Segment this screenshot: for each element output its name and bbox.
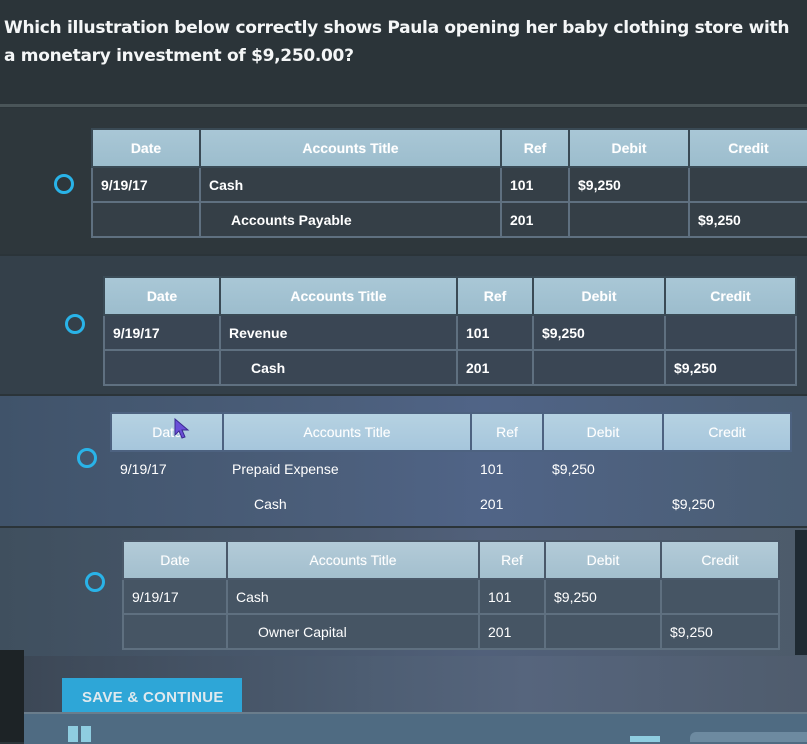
header-date: Date	[103, 276, 221, 316]
cell-date: 9/19/17	[103, 314, 221, 351]
header-credit: Credit	[662, 412, 792, 452]
cell-date: 9/19/17	[120, 460, 167, 477]
table-header-row: Date Accounts Title Ref Debit Credit	[110, 412, 792, 452]
table-row: 9/19/17 Cash 101 $9,250	[91, 166, 807, 203]
cell-account: Owner Capital	[226, 613, 480, 650]
cell-ref: 201	[456, 349, 534, 386]
table-header-row: Date Accounts Title Ref Debit Credit	[91, 128, 807, 168]
table-row: 9/19/17 Prepaid Expense 101 $9,250	[111, 451, 791, 486]
header-accounts-title: Accounts Title	[226, 540, 480, 580]
header-accounts-title: Accounts Title	[199, 128, 502, 168]
cell-credit: $9,250	[688, 201, 807, 238]
header-ref: Ref	[500, 128, 570, 168]
cell-account: Accounts Payable	[199, 201, 502, 238]
table-header-row: Date Accounts Title Ref Debit Credit	[122, 540, 780, 580]
cell-credit: $9,250	[660, 613, 780, 650]
table-row: 9/19/17 Cash 101 $9,250	[122, 578, 780, 615]
answer-option-4[interactable]: Date Accounts Title Ref Debit Credit 9/1…	[0, 528, 807, 656]
header-accounts-title: Accounts Title	[222, 412, 472, 452]
header-debit: Debit	[568, 128, 690, 168]
cell-debit: $9,250	[532, 314, 666, 351]
cell-ref: 101	[478, 578, 546, 615]
header-date: Date	[91, 128, 201, 168]
toolbar-icon[interactable]	[630, 736, 660, 742]
scrollbar[interactable]	[795, 530, 807, 655]
cell-debit	[543, 486, 663, 521]
cell-credit	[660, 578, 780, 615]
pause-bar	[81, 726, 91, 742]
header-accounts-title: Accounts Title	[219, 276, 458, 316]
table-row: Owner Capital 201 $9,250	[122, 613, 780, 650]
cell-credit	[664, 314, 797, 351]
cell-credit: $9,250	[672, 495, 715, 512]
cell-date	[103, 349, 221, 386]
radio-button[interactable]	[65, 314, 85, 334]
header-date: Date	[110, 412, 224, 452]
header-debit: Debit	[532, 276, 666, 316]
radio-button[interactable]	[54, 174, 74, 194]
table-row: Cash 201 $9,250	[103, 349, 797, 386]
header-credit: Credit	[688, 128, 807, 168]
question-text: Which illustration below correctly shows…	[4, 18, 790, 66]
cell-debit: $9,250	[552, 460, 595, 477]
cell-account: Cash	[226, 578, 480, 615]
header-ref: Ref	[470, 412, 544, 452]
radio-button[interactable]	[85, 572, 105, 592]
header-debit: Debit	[544, 540, 662, 580]
journal-table: Date Accounts Title Ref Debit Credit 9/1…	[110, 412, 792, 522]
cell-debit	[544, 613, 662, 650]
cell-account: Cash	[254, 495, 287, 512]
cell-ref: 201	[500, 201, 570, 238]
cell-ref: 201	[478, 613, 546, 650]
cell-ref: 101	[456, 314, 534, 351]
cell-date: 9/19/17	[91, 166, 201, 203]
journal-table: Date Accounts Title Ref Debit Credit 9/1…	[103, 276, 797, 386]
cell-debit	[568, 201, 690, 238]
table-row: 9/19/17 Revenue 101 $9,250	[103, 314, 797, 351]
cell-account: Prepaid Expense	[232, 460, 339, 477]
cell-credit	[663, 451, 791, 486]
save-continue-button[interactable]: SAVE & CONTINUE	[62, 678, 242, 712]
table-row: Accounts Payable 201 $9,250	[91, 201, 807, 238]
pause-bar	[68, 726, 78, 742]
header-ref: Ref	[478, 540, 546, 580]
header-credit: Credit	[660, 540, 780, 580]
cell-date	[111, 486, 223, 521]
header-ref: Ref	[456, 276, 534, 316]
cell-credit: $9,250	[664, 349, 797, 386]
header-date: Date	[122, 540, 228, 580]
cell-debit: $9,250	[544, 578, 662, 615]
cell-ref: 201	[480, 495, 504, 512]
cell-account: Revenue	[219, 314, 458, 351]
journal-table: Date Accounts Title Ref Debit Credit 9/1…	[91, 128, 807, 238]
mouse-pointer-icon	[174, 418, 190, 439]
cell-debit: $9,250	[568, 166, 690, 203]
cell-date: 9/19/17	[122, 578, 228, 615]
answer-option-3[interactable]: Date Accounts Title Ref Debit Credit 9/1…	[0, 396, 807, 526]
cell-date	[122, 613, 228, 650]
table-header-row: Date Accounts Title Ref Debit Credit	[103, 276, 797, 316]
answer-option-2[interactable]: Date Accounts Title Ref Debit Credit 9/1…	[0, 256, 807, 394]
cell-credit	[688, 166, 807, 203]
journal-table: Date Accounts Title Ref Debit Credit 9/1…	[122, 540, 780, 650]
cell-account: Cash	[219, 349, 458, 386]
header-debit: Debit	[542, 412, 664, 452]
divider	[0, 104, 807, 107]
answer-option-1[interactable]: Date Accounts Title Ref Debit Credit 9/1…	[0, 108, 807, 254]
pause-icon[interactable]	[68, 726, 92, 742]
cell-ref: 101	[480, 460, 504, 477]
toolbar-control[interactable]	[690, 732, 807, 742]
cell-account: Cash	[199, 166, 502, 203]
screen-bezel	[0, 650, 24, 742]
cell-ref: 101	[500, 166, 570, 203]
cell-date	[91, 201, 201, 238]
header-credit: Credit	[664, 276, 797, 316]
radio-button[interactable]	[77, 448, 97, 468]
cell-debit	[532, 349, 666, 386]
table-row: Cash 201 $9,250	[111, 486, 791, 521]
